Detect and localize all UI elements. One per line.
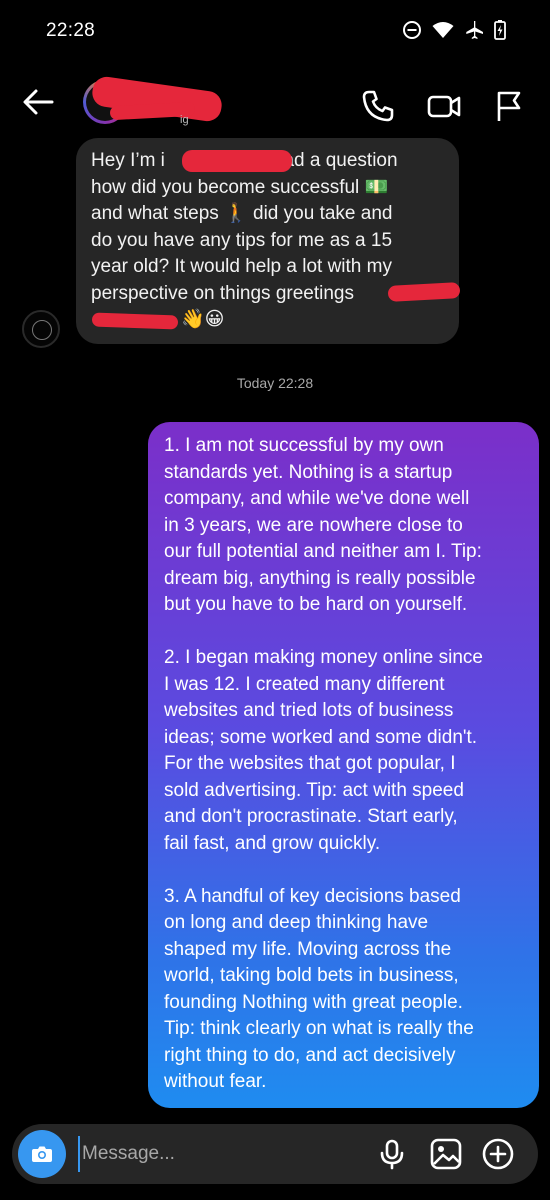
message-input[interactable] <box>78 1136 352 1172</box>
message-timestamp: Today 22:28 <box>236 375 314 391</box>
wifi-icon <box>432 22 454 38</box>
status-bar: 22:28 <box>0 0 550 64</box>
battery-icon <box>494 20 506 40</box>
incoming-message-bubble[interactable]: Hey I’m i had a question how did you beco… <box>76 138 461 344</box>
reply-paragraph-1: 1. I am not successful by my own standar… <box>164 435 482 615</box>
image-icon[interactable] <box>429 1137 463 1171</box>
reply-paragraph-3: 3. A handful of key decisions based on l… <box>164 885 474 1093</box>
reply-paragraph-2: 2. I began making money online since I w… <box>164 647 483 854</box>
message-composer <box>12 1124 538 1184</box>
message-line: and what steps 🚶 did you take and <box>91 203 393 224</box>
phone-icon[interactable] <box>360 88 396 124</box>
back-arrow-icon[interactable] <box>20 84 56 120</box>
outgoing-message-bubble[interactable]: 1. I am not successful by my own standar… <box>148 422 539 1108</box>
message-line: how did you become successful 💵 <box>91 176 389 198</box>
sender-avatar[interactable] <box>22 310 60 348</box>
camera-icon <box>32 1146 52 1162</box>
do-not-disturb-icon <box>403 21 421 39</box>
plus-circle-icon[interactable] <box>481 1137 515 1171</box>
airplane-icon <box>466 21 483 39</box>
redaction-mark <box>91 312 179 330</box>
flag-icon[interactable] <box>492 88 528 124</box>
chat-header: ig <box>0 64 550 144</box>
microphone-icon[interactable] <box>375 1137 409 1171</box>
message-line: do you have any tips for me as a 15 <box>91 229 393 251</box>
video-icon[interactable] <box>426 88 462 124</box>
redaction-mark <box>182 150 292 172</box>
message-line: year old? It would help a lot with my <box>91 256 392 277</box>
contact-subtitle: ig <box>180 114 189 126</box>
redaction-mark <box>387 282 461 302</box>
status-icons <box>402 20 506 40</box>
camera-button[interactable] <box>18 1130 66 1178</box>
status-time: 22:28 <box>46 20 96 41</box>
